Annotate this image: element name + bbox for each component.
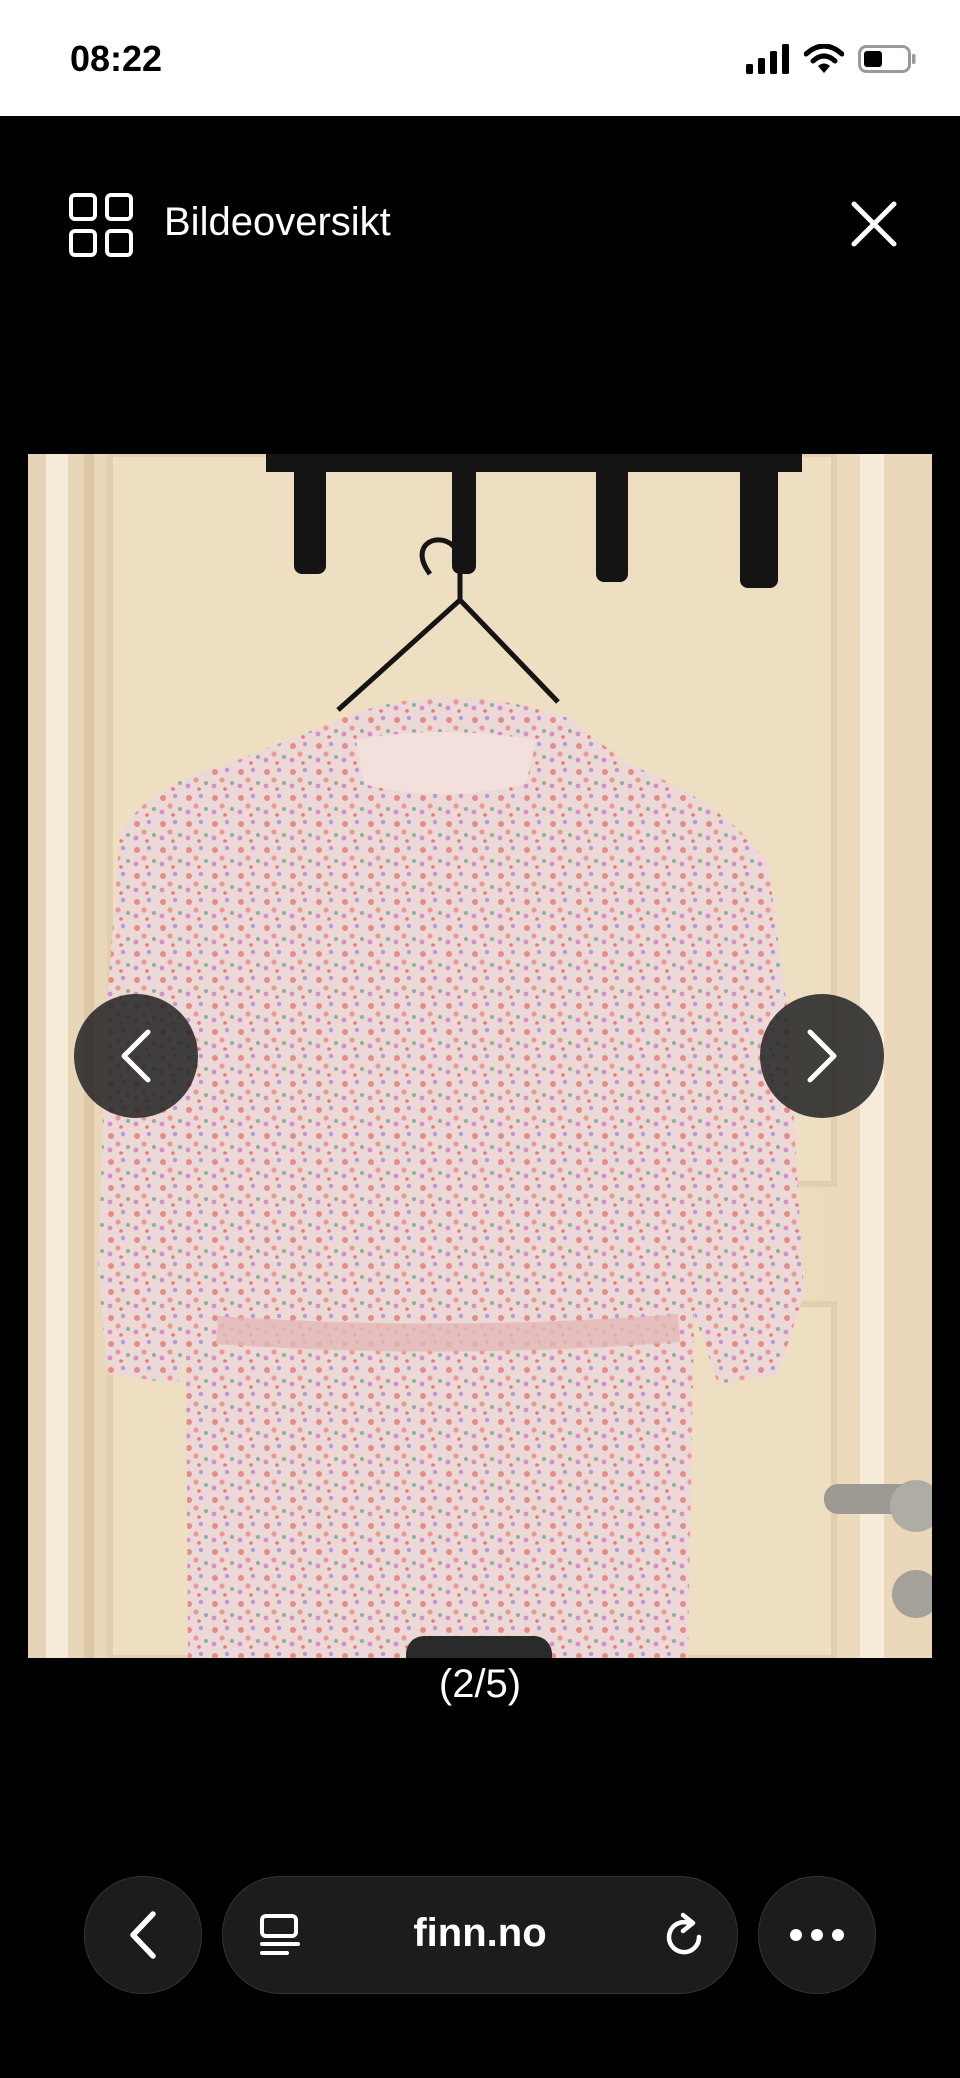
viewer-title[interactable]: Bildeoversikt	[164, 200, 391, 245]
next-image-button[interactable]	[760, 994, 884, 1118]
status-time: 08:22	[70, 38, 163, 79]
wifi-icon	[804, 44, 844, 73]
previous-image-button[interactable]	[74, 994, 198, 1118]
chevron-right-icon	[807, 1029, 837, 1083]
grid-icon[interactable]	[68, 192, 134, 258]
address-bar[interactable]: finn.no	[222, 1876, 738, 1994]
close-icon[interactable]	[848, 198, 900, 250]
counter-tab	[406, 1636, 552, 1658]
url-text[interactable]: finn.no	[223, 1911, 737, 1956]
cellular-signal-icon	[746, 44, 789, 74]
more-icon	[790, 1929, 844, 1941]
more-options-button[interactable]	[758, 1876, 876, 1994]
chevron-left-icon	[130, 1911, 156, 1959]
battery-icon	[858, 45, 916, 73]
image-viewer: Bildeoversikt (2/5) finn.no	[0, 116, 960, 2078]
browser-back-button[interactable]	[84, 1876, 202, 1994]
image-counter: (2/5)	[438, 1662, 522, 1706]
status-bar: 08:22	[0, 0, 960, 116]
browser-toolbar: finn.no	[0, 1876, 960, 1996]
status-icons	[746, 44, 916, 74]
chevron-left-icon	[121, 1029, 151, 1083]
reload-icon[interactable]	[663, 1911, 707, 1959]
viewer-header: Bildeoversikt	[0, 192, 960, 272]
